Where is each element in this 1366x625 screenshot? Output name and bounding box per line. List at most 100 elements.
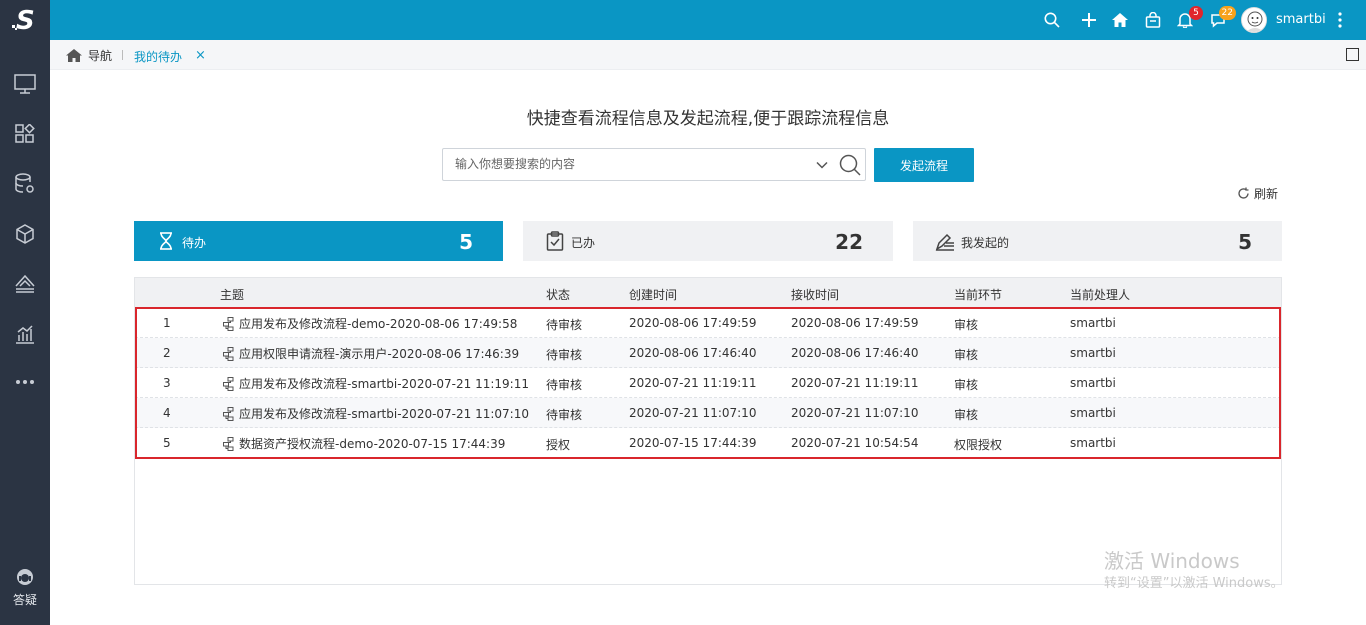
row-subject[interactable]: 数据资产授权流程-demo-2020-07-15 17:44:39 xyxy=(223,435,505,452)
search-icon[interactable] xyxy=(839,154,861,176)
row-status: 授权 xyxy=(546,438,571,452)
row-handler: smartbi xyxy=(1070,346,1116,360)
table-row[interactable]: 1 应用发布及修改流程-demo-2020-08-06 17:49:58 待审核… xyxy=(135,308,1281,338)
workflow-icon xyxy=(223,376,234,391)
row-subject-text: 应用发布及修改流程-smartbi-2020-07-21 11:07:10 xyxy=(239,407,529,421)
bag-icon[interactable] xyxy=(1141,8,1165,32)
bell-icon[interactable]: 5 xyxy=(1173,6,1203,32)
row-index: 2 xyxy=(163,346,171,360)
col-handler[interactable]: 当前处理人 xyxy=(1070,286,1130,303)
logo[interactable]: S xyxy=(0,0,50,40)
row-index: 4 xyxy=(163,406,171,420)
col-created[interactable]: 创建时间 xyxy=(629,286,677,303)
tab-close-icon[interactable]: × xyxy=(195,48,206,63)
pen-lines-icon xyxy=(935,233,954,251)
row-subject-text: 应用发布及修改流程-demo-2020-08-06 17:49:58 xyxy=(239,317,518,331)
plus-icon[interactable] xyxy=(1077,8,1101,32)
bar-chart-icon[interactable] xyxy=(13,322,37,346)
maximize-icon[interactable] xyxy=(1346,48,1359,61)
apps-icon[interactable] xyxy=(13,122,37,146)
row-created: 2020-07-21 11:07:10 xyxy=(629,406,757,420)
table-row[interactable]: 3 应用发布及修改流程-smartbi-2020-07-21 11:19:11 … xyxy=(135,368,1281,398)
card-done-label: 已办 xyxy=(571,236,596,250)
card-todo[interactable]: 待办 5 xyxy=(134,221,503,261)
row-step: 权限授权 xyxy=(954,438,1003,452)
card-done[interactable]: 已办 22 xyxy=(523,221,893,261)
nav-home-tab[interactable]: 导航 xyxy=(66,47,112,64)
card-todo-count: 5 xyxy=(459,230,473,254)
table-row[interactable]: 5 数据资产授权流程-demo-2020-07-15 17:44:39 授权 2… xyxy=(135,428,1281,458)
chat-icon[interactable]: 22 xyxy=(1206,6,1236,32)
notification-badge: 5 xyxy=(1189,6,1203,20)
row-handler: smartbi xyxy=(1070,406,1116,420)
col-subject[interactable]: 主题 xyxy=(220,286,244,303)
kebab-menu-icon[interactable] xyxy=(1334,10,1346,30)
tab-divider xyxy=(122,50,123,60)
row-subject[interactable]: 应用权限申请流程-演示用户-2020-08-06 17:46:39 xyxy=(223,345,519,362)
table-row[interactable]: 4 应用发布及修改流程-smartbi-2020-07-21 11:07:10 … xyxy=(135,398,1281,428)
search-input[interactable] xyxy=(455,157,795,171)
home-icon[interactable] xyxy=(1108,8,1132,32)
row-step: 审核 xyxy=(954,348,979,362)
row-received: 2020-08-06 17:49:59 xyxy=(791,316,919,330)
row-step: 审核 xyxy=(954,408,979,422)
row-subject[interactable]: 应用发布及修改流程-smartbi-2020-07-21 11:19:11 xyxy=(223,375,529,392)
start-process-button[interactable]: 发起流程 xyxy=(874,148,974,182)
home-icon xyxy=(66,49,82,62)
clipboard-check-icon xyxy=(546,231,564,251)
layers-chart-icon[interactable] xyxy=(13,272,37,296)
search-box xyxy=(442,148,866,181)
row-subject[interactable]: 应用发布及修改流程-demo-2020-08-06 17:49:58 xyxy=(223,315,517,332)
card-initiated[interactable]: 我发起的 5 xyxy=(913,221,1282,261)
headset-icon xyxy=(17,569,33,585)
database-gear-icon[interactable] xyxy=(13,172,37,196)
hourglass-icon xyxy=(160,232,172,250)
refresh-icon xyxy=(1238,187,1249,199)
row-subject[interactable]: 应用发布及修改流程-smartbi-2020-07-21 11:07:10 xyxy=(223,405,529,422)
card-initiated-label: 我发起的 xyxy=(961,236,1010,250)
row-received: 2020-07-21 11:19:11 xyxy=(791,376,919,390)
row-index: 5 xyxy=(163,436,171,450)
row-handler: smartbi xyxy=(1070,436,1116,450)
more-icon[interactable] xyxy=(13,370,37,394)
row-status: 待审核 xyxy=(546,378,583,392)
refresh-button[interactable]: 刷新 xyxy=(1237,185,1278,202)
row-subject-text: 应用发布及修改流程-smartbi-2020-07-21 11:19:11 xyxy=(239,377,529,391)
windows-watermark-subtitle: 转到“设置”以激活 Windows。 xyxy=(1104,576,1284,591)
row-created: 2020-07-15 17:44:39 xyxy=(629,436,757,450)
monitor-icon[interactable] xyxy=(13,72,37,96)
workflow-icon xyxy=(223,406,234,421)
row-created: 2020-08-06 17:49:59 xyxy=(629,316,757,330)
message-badge: 22 xyxy=(1218,6,1236,20)
workflow-icon xyxy=(223,316,234,331)
page-title: 快捷查看流程信息及发起流程,便于跟踪流程信息 xyxy=(526,109,890,129)
chevron-down-icon[interactable] xyxy=(815,158,829,172)
col-status[interactable]: 状态 xyxy=(546,286,570,303)
workflow-icon xyxy=(223,436,234,451)
help-button[interactable]: 答疑 xyxy=(0,568,50,608)
row-status: 待审核 xyxy=(546,318,583,332)
avatar[interactable] xyxy=(1241,7,1267,33)
col-step[interactable]: 当前环节 xyxy=(954,286,1002,303)
row-status: 待审核 xyxy=(546,408,583,422)
col-received[interactable]: 接收时间 xyxy=(791,286,839,303)
tab-my-todo[interactable]: 我的待办 xyxy=(134,48,182,65)
row-step: 审核 xyxy=(954,378,979,392)
card-todo-label: 待办 xyxy=(182,236,207,250)
table-header: 主题 状态 创建时间 接收时间 当前环节 当前处理人 xyxy=(135,278,1281,308)
search-icon[interactable] xyxy=(1040,8,1064,32)
row-index: 1 xyxy=(163,316,171,330)
card-initiated-count: 5 xyxy=(1238,230,1252,254)
user-avatar-icon xyxy=(1242,8,1266,32)
row-subject-text: 数据资产授权流程-demo-2020-07-15 17:44:39 xyxy=(239,437,506,451)
sidebar: S 答疑 xyxy=(0,0,50,625)
help-label: 答疑 xyxy=(12,593,37,607)
cube-icon[interactable] xyxy=(13,222,37,246)
todo-table: 主题 状态 创建时间 接收时间 当前环节 当前处理人 1 应用发布及修改流程-d… xyxy=(134,277,1282,585)
table-row[interactable]: 2 应用权限申请流程-演示用户-2020-08-06 17:46:39 待审核 … xyxy=(135,338,1281,368)
svg-text:S: S xyxy=(16,6,35,34)
row-received: 2020-08-06 17:46:40 xyxy=(791,346,919,360)
row-handler: smartbi xyxy=(1070,376,1116,390)
username[interactable]: smartbi xyxy=(1276,12,1326,27)
row-subject-text: 应用权限申请流程-演示用户-2020-08-06 17:46:39 xyxy=(239,347,520,361)
